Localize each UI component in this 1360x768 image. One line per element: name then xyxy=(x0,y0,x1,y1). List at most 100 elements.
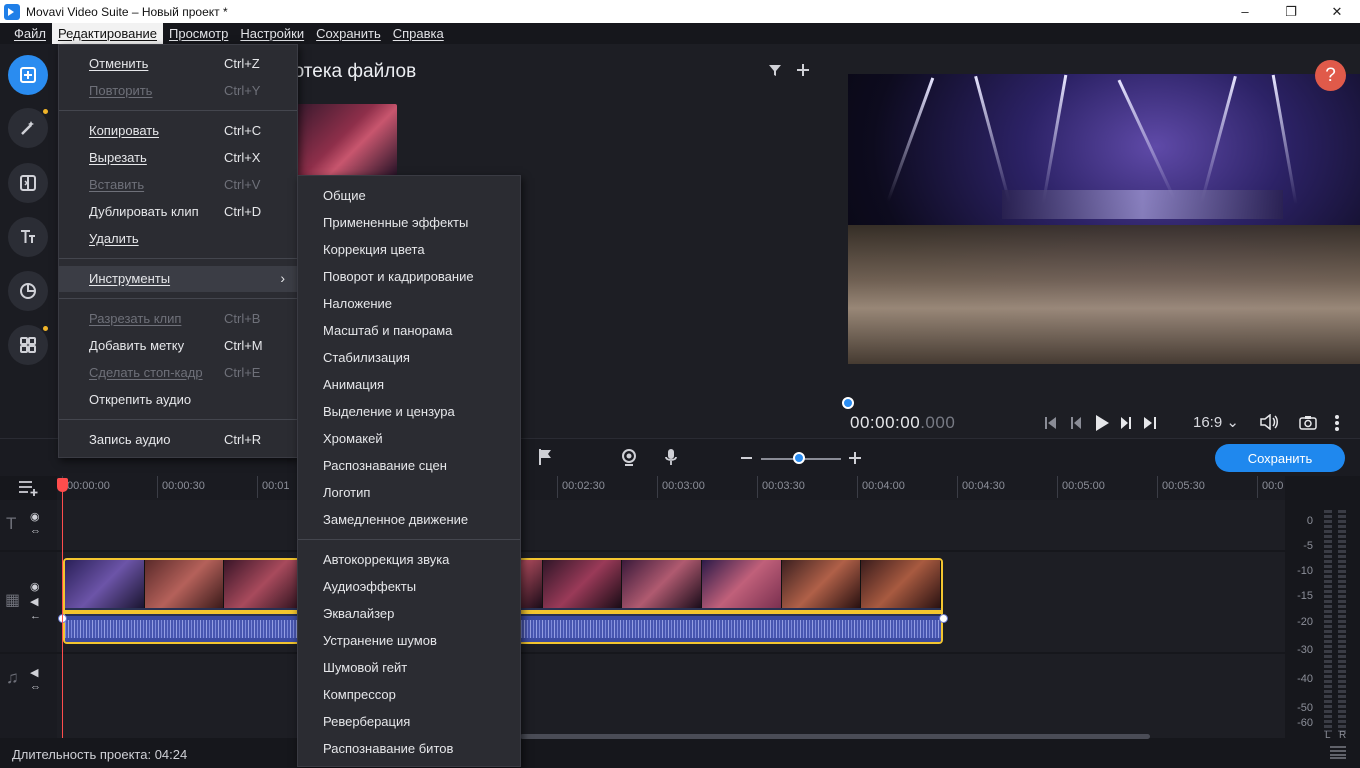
submenu-item-beat-detection[interactable]: Распознавание битов xyxy=(298,736,520,763)
submenu-item-general[interactable]: Общие xyxy=(298,183,520,210)
clip-handle-right[interactable] xyxy=(939,614,948,623)
eye-icon[interactable]: ◉ xyxy=(30,580,40,593)
menu-item-detach-audio[interactable]: Открепить аудио xyxy=(59,387,297,413)
close-button[interactable]: ✕ xyxy=(1314,0,1360,23)
menu-item-add-marker[interactable]: Добавить метку Ctrl+M xyxy=(59,333,297,359)
menu-item-label: Отменить xyxy=(89,56,149,71)
menu-view[interactable]: Просмотр xyxy=(163,23,234,44)
meter-label: -15 xyxy=(1297,590,1313,602)
menu-item-shortcut: Ctrl+R xyxy=(224,432,262,447)
menu-settings[interactable]: Настройки xyxy=(234,23,310,44)
minimize-button[interactable]: – xyxy=(1222,0,1268,23)
submenu-item-applied-effects[interactable]: Примененные эффекты xyxy=(298,210,520,237)
menu-save[interactable]: Сохранить xyxy=(310,23,387,44)
ruler-tick: 00:05:00 xyxy=(1062,480,1105,492)
import-button[interactable] xyxy=(8,55,48,95)
webcam-record-icon[interactable] xyxy=(620,448,638,466)
meter-settings-icon[interactable] xyxy=(1329,745,1347,759)
submenu-item-equalizer[interactable]: Эквалайзер xyxy=(298,601,520,628)
media-thumbnail[interactable] xyxy=(297,104,397,176)
submenu-item-compressor[interactable]: Компрессор xyxy=(298,682,520,709)
filter-icon[interactable] xyxy=(768,63,782,77)
link-icon[interactable]: ⇔ xyxy=(30,525,41,537)
more-options-icon[interactable] xyxy=(1334,414,1340,432)
submenu-item-label: Эквалайзер xyxy=(323,606,395,621)
menu-item-tools[interactable]: Инструменты › xyxy=(59,266,297,292)
stickers-button[interactable] xyxy=(8,271,48,311)
menu-item-copy[interactable]: Копировать Ctrl+C xyxy=(59,118,297,144)
submenu-item-label: Анимация xyxy=(323,377,385,392)
zoom-in-icon[interactable] xyxy=(849,452,861,464)
meter-label: -30 xyxy=(1297,644,1313,656)
submenu-item-audio-effects[interactable]: Аудиоэффекты xyxy=(298,574,520,601)
submenu-item-rotate-crop[interactable]: Поворот и кадрирование xyxy=(298,264,520,291)
effects-button[interactable] xyxy=(8,108,48,148)
submenu-item-animation[interactable]: Анимация xyxy=(298,372,520,399)
menu-item-cut[interactable]: Вырезать Ctrl+X xyxy=(59,145,297,171)
zoom-slider-knob[interactable] xyxy=(792,452,805,464)
arrow-left-icon[interactable]: ← xyxy=(30,610,41,622)
microphone-icon[interactable] xyxy=(664,448,678,466)
menu-item-duplicate-clip[interactable]: Дублировать клип Ctrl+D xyxy=(59,199,297,225)
submenu-item-logo[interactable]: Логотип xyxy=(298,480,520,507)
volume-icon[interactable] xyxy=(1259,414,1279,430)
zoom-out-icon[interactable] xyxy=(741,457,752,459)
play-icon[interactable] xyxy=(1094,414,1110,432)
speaker-icon[interactable]: ◀ xyxy=(30,666,38,679)
menu-separator xyxy=(298,539,520,540)
menu-item-undo[interactable]: Отменить Ctrl+Z xyxy=(59,51,297,77)
video-preview xyxy=(848,74,1360,364)
marker-flag-icon[interactable] xyxy=(537,448,553,466)
add-track-icon[interactable] xyxy=(18,480,40,496)
next-frame-icon[interactable] xyxy=(1119,416,1133,430)
status-bar: Длительность проекта: 04:24 xyxy=(0,738,1285,768)
submenu-item-chroma-key[interactable]: Хромакей xyxy=(298,426,520,453)
save-button[interactable]: Сохранить xyxy=(1215,444,1345,472)
speaker-icon[interactable]: ◀ xyxy=(30,595,38,608)
help-button[interactable]: ? xyxy=(1315,60,1346,91)
maximize-button[interactable]: ❐ xyxy=(1268,0,1314,23)
prev-frame-icon[interactable] xyxy=(1069,416,1083,430)
library-actions xyxy=(768,63,810,77)
eye-icon[interactable]: ◉ xyxy=(30,510,40,523)
add-icon[interactable] xyxy=(796,63,810,77)
menu-item-label: Открепить аудио xyxy=(89,392,192,407)
menu-edit[interactable]: Редактирование xyxy=(51,23,163,44)
skip-start-icon[interactable] xyxy=(1044,416,1058,430)
titles-button[interactable] xyxy=(8,217,48,257)
submenu-item-stabilization[interactable]: Стабилизация xyxy=(298,345,520,372)
playhead-handle[interactable] xyxy=(57,478,68,492)
timeline-scrollbar[interactable] xyxy=(520,734,1150,739)
transitions-button[interactable] xyxy=(8,163,48,203)
timeline-ruler[interactable]: 00:00:00 00:00:30 00:01 00:02:30 00:03:0… xyxy=(57,476,1285,500)
menu-file[interactable]: Файл xyxy=(8,23,52,44)
menu-item-record-audio[interactable]: Запись аудио Ctrl+R xyxy=(59,427,297,453)
submenu-item-noise-removal[interactable]: Устранение шумов xyxy=(298,628,520,655)
submenu-item-overlay[interactable]: Наложение xyxy=(298,291,520,318)
aspect-ratio-select[interactable]: 16:9 ⌄ xyxy=(1193,413,1239,431)
project-duration: Длительность проекта: 04:24 xyxy=(12,747,188,762)
more-tools-button[interactable] xyxy=(8,325,48,365)
ruler-tick: 00:05:30 xyxy=(1162,480,1205,492)
title-track-lane[interactable] xyxy=(57,500,1285,550)
meter-channel-right xyxy=(1338,510,1346,732)
edit-menu: Отменить Ctrl+Z Повторить Ctrl+Y Копироват… xyxy=(58,44,298,458)
submenu-item-reverb[interactable]: Реверберация xyxy=(298,709,520,736)
link-icon[interactable]: ⇔ xyxy=(30,681,41,693)
menu-help[interactable]: Справка xyxy=(387,23,450,44)
snapshot-icon[interactable] xyxy=(1299,415,1317,430)
playback-scrubber[interactable] xyxy=(842,397,854,409)
submenu-item-audio-autocorrect[interactable]: Автокоррекция звука xyxy=(298,547,520,574)
submenu-item-scene-detection[interactable]: Распознавание сцен xyxy=(298,453,520,480)
submenu-item-pan-zoom[interactable]: Масштаб и панорама xyxy=(298,318,520,345)
app-logo-icon xyxy=(4,3,20,20)
titles-icon xyxy=(21,230,35,243)
timecode-ms: .000 xyxy=(920,413,956,432)
skip-end-icon[interactable] xyxy=(1143,416,1157,430)
submenu-item-noise-gate[interactable]: Шумовой гейт xyxy=(298,655,520,682)
submenu-item-slow-motion[interactable]: Замедленное движение xyxy=(298,507,520,534)
menu-item-delete[interactable]: Удалить xyxy=(59,226,297,252)
submenu-item-color-correction[interactable]: Коррекция цвета xyxy=(298,237,520,264)
submenu-item-highlight-censor[interactable]: Выделение и цензура xyxy=(298,399,520,426)
audio-track-lane[interactable] xyxy=(57,654,1285,738)
